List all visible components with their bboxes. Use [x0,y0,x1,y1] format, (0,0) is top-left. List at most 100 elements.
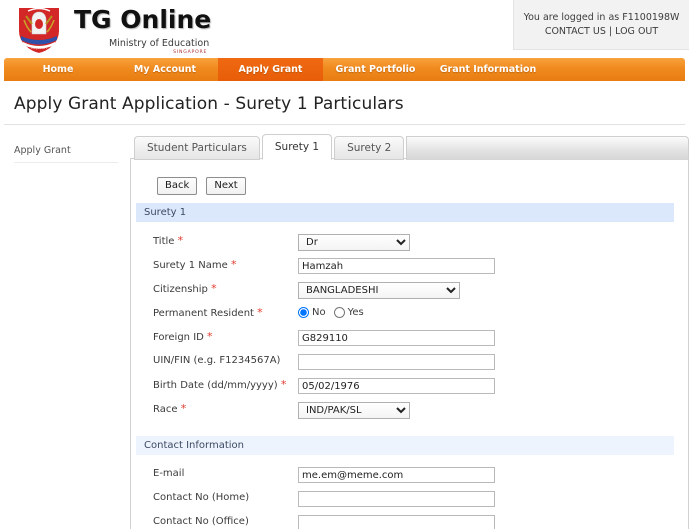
back-button[interactable]: Back [157,177,197,195]
radio-option-yes[interactable]: Yes [334,307,364,318]
permanent-resident-yes-radio[interactable] [334,307,345,318]
email-input[interactable] [298,467,495,483]
birth-date-input[interactable] [298,378,495,394]
field-row-uin-fin: UIN/FIN (e.g. F1234567A) [131,348,688,372]
control-citizenship: BANGLADESHI [298,278,688,299]
nav-item-my-account[interactable]: My Account [112,58,218,81]
label-permanent-resident: Permanent Resident * [153,306,298,319]
label-foreign-id: Foreign ID * [153,330,298,343]
field-row-foreign-id: Foreign ID * [131,324,688,348]
label-permanent-resident-text: Permanent Resident [153,308,254,319]
label-surety-name-text: Surety 1 Name [153,260,228,271]
citizenship-select[interactable]: BANGLADESHI [298,282,460,299]
field-row-permanent-resident: Permanent Resident * No Yes [131,300,688,324]
control-foreign-id [298,326,688,347]
label-race: Race * [153,402,298,415]
radio-option-no[interactable]: No [298,307,326,318]
field-row-name: Surety 1 Name * [131,252,688,276]
field-row-email: E-mail [131,461,688,485]
next-button[interactable]: Next [206,177,245,195]
main-navigation: Home My Account Apply Grant Grant Portfo… [4,58,685,81]
section-header-contact: Contact Information [136,436,674,455]
field-row-citizenship: Citizenship * BANGLADESHI [131,276,688,300]
label-citizenship-text: Citizenship [153,284,208,295]
shield-crest-icon: MAJULAH [14,4,64,56]
nav-item-grant-information[interactable]: Grant Information [428,58,548,81]
page-body: Apply Grant Student Particulars Surety 1… [0,125,689,529]
svg-text:MAJULAH: MAJULAH [31,46,47,50]
required-marker: * [211,282,217,295]
contact-home-input[interactable] [298,491,495,507]
control-uin-fin [298,350,688,371]
tab-surety-1[interactable]: Surety 1 [262,134,332,160]
contact-us-link[interactable]: CONTACT US [545,26,606,37]
control-surety-name [298,254,688,275]
label-title: Title * [153,234,298,247]
radio-label-no: No [312,307,326,318]
required-marker: * [257,306,263,319]
field-row-contact-home: Contact No (Home) [131,485,688,509]
label-uin-fin: UIN/FIN (e.g. F1234567A) [153,355,298,366]
logged-in-text: You are logged in as F1100198W [514,11,689,25]
label-race-text: Race [153,404,178,415]
content-area: Student Particulars Surety 1 Surety 2 Ba… [130,125,689,529]
label-contact-home: Contact No (Home) [153,492,298,503]
section-header-surety: Surety 1 [136,203,674,222]
sidebar: Apply Grant [14,125,130,529]
required-marker: * [207,330,213,343]
nav-item-grant-portfolio[interactable]: Grant Portfolio [323,58,428,81]
log-out-link[interactable]: LOG OUT [615,26,658,37]
control-email [298,463,688,484]
label-birth-date: Birth Date (dd/mm/yyyy) * [153,378,298,391]
field-row-birth-date: Birth Date (dd/mm/yyyy) * [131,372,688,396]
form-toolbar: Back Next [131,173,688,203]
required-marker: * [178,234,184,247]
label-contact-home-text: Contact No (Home) [153,492,249,503]
link-separator: | [606,26,615,37]
surety-form: Title * Dr Surety 1 Name * Citizenship * [131,222,688,420]
race-select[interactable]: IND/PAK/SL [298,402,410,419]
site-header: MAJULAH TG Online Ministry of Education … [0,0,689,58]
contact-office-input[interactable] [298,515,495,529]
label-email: E-mail [153,468,298,479]
nav-item-apply-grant[interactable]: Apply Grant [218,58,323,81]
brand-country: SINGAPORE [74,50,211,55]
control-birth-date [298,374,688,395]
sidebar-item-apply-grant[interactable]: Apply Grant [14,143,118,163]
control-contact-office [298,511,688,529]
required-marker: * [231,258,237,271]
contact-form: E-mail Contact No (Home) Contact No (Off… [131,455,688,529]
control-race: IND/PAK/SL [298,398,688,419]
page-title: Apply Grant Application - Surety 1 Parti… [0,81,689,124]
foreign-id-input[interactable] [298,330,495,346]
nav-item-home[interactable]: Home [4,58,112,81]
tab-bar-filler [406,136,689,160]
field-row-title: Title * Dr [131,228,688,252]
radio-label-yes: Yes [348,307,364,318]
tab-student-particulars[interactable]: Student Particulars [134,136,260,160]
brand-title: TG Online [74,6,211,34]
label-contact-office: Contact No (Office) [153,516,298,527]
tab-bar: Student Particulars Surety 1 Surety 2 [130,131,689,159]
title-select[interactable]: Dr [298,234,410,251]
field-row-contact-office: Contact No (Office) [131,509,688,529]
surety-name-input[interactable] [298,258,495,274]
tab-surety-2[interactable]: Surety 2 [334,136,404,160]
label-uin-fin-text: UIN/FIN (e.g. F1234567A) [153,355,280,366]
field-row-race: Race * IND/PAK/SL [131,396,688,420]
required-marker: * [281,378,287,391]
label-surety-name: Surety 1 Name * [153,258,298,271]
label-birth-date-text: Birth Date (dd/mm/yyyy) [153,380,278,391]
login-status-box: You are logged in as F1100198W CONTACT U… [513,0,689,50]
required-marker: * [181,402,187,415]
label-email-text: E-mail [153,468,184,479]
permanent-resident-no-radio[interactable] [298,307,309,318]
header-links: CONTACT US | LOG OUT [514,25,689,39]
control-title: Dr [298,230,688,251]
brand-subtitle: Ministry of Education [74,38,211,49]
label-foreign-id-text: Foreign ID [153,332,204,343]
brand-logo[interactable]: MAJULAH TG Online Ministry of Education … [14,4,211,56]
label-citizenship: Citizenship * [153,282,298,295]
uin-fin-input[interactable] [298,354,495,370]
control-contact-home [298,487,688,508]
